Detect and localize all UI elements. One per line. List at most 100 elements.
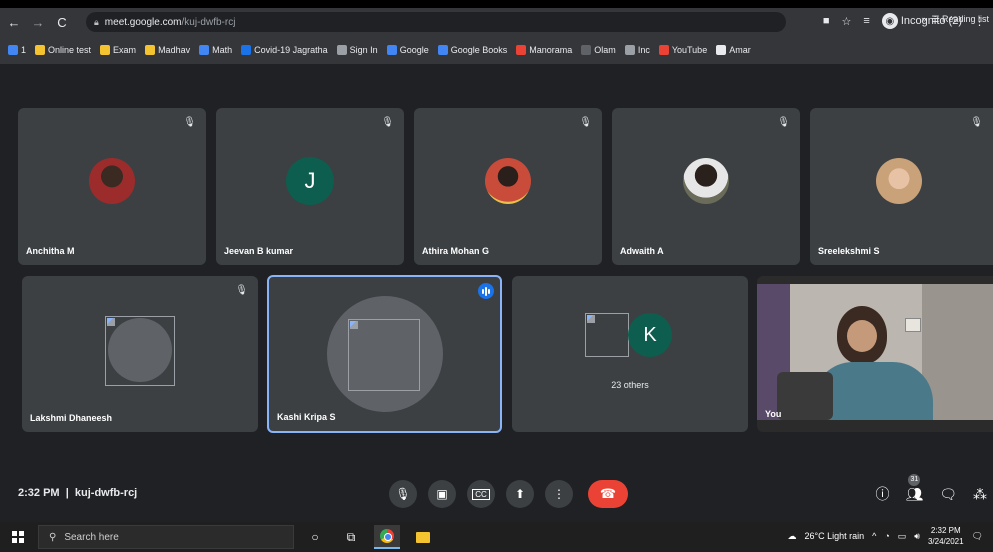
bookmark-item[interactable]: Inc (624, 45, 650, 55)
bookmark-favicon-icon (624, 45, 635, 55)
bookmark-item[interactable]: Olam (581, 45, 616, 55)
bookmark-label: 1 (21, 45, 27, 55)
meeting-details: 2:32 PM | kuj-dwfb-rcj (18, 487, 137, 499)
forward-icon[interactable]: → (28, 15, 48, 30)
captions-icon: CC (472, 488, 490, 500)
bookmark-label: Math (212, 45, 233, 55)
participant-avatar: J (286, 157, 334, 205)
bookmark-star-icon[interactable]: ☆ (842, 15, 852, 28)
bookmark-favicon-icon (716, 45, 727, 55)
task-view-icon[interactable]: ⧉ (338, 525, 364, 549)
more-vert-icon: ⋮ (553, 487, 565, 501)
participant-tile-active-speaker[interactable]: Kashi Kripa S (267, 275, 502, 433)
microphone-button[interactable]: 🎙︎ (389, 480, 417, 508)
network-icon[interactable]: ◔ (884, 531, 889, 541)
participant-count-badge: 31 (908, 473, 921, 486)
mic-off-icon: 🎙︎ (235, 285, 248, 296)
camera-indicator-icon[interactable]: ■ (823, 15, 830, 27)
reading-list[interactable]: » ☰ Reading list (921, 14, 989, 25)
meeting-code: kuj-dwfb-rcj (74, 487, 138, 499)
participant-tile[interactable]: 🎙︎ Adwaith A (612, 108, 800, 265)
bookmark-item[interactable]: YouTube (658, 45, 708, 55)
others-tile[interactable]: K 23 others (512, 276, 748, 432)
top-strip (0, 0, 993, 8)
others-avatar: K (628, 313, 672, 357)
notifications-icon[interactable]: 🗨︎ (972, 531, 983, 542)
activities-button[interactable]: ⁂ (973, 486, 987, 503)
search-placeholder: Search here (64, 531, 119, 543)
reading-list-label: Reading list (941, 14, 989, 24)
clock-time: 2:32 PM (930, 526, 961, 535)
leave-call-button[interactable]: ☎ (588, 480, 628, 508)
bookmark-item[interactable]: Manorama (516, 45, 572, 55)
bookmark-favicon-icon (386, 45, 397, 55)
participant-tile[interactable]: 🎙︎ Sreelekshmi S (810, 108, 993, 265)
mic-off-icon: 🎙︎ (970, 117, 983, 128)
meeting-time: 2:32 PM (18, 487, 60, 499)
bookmark-item[interactable]: Covid-19 Jagratha (241, 45, 328, 55)
broken-image-icon (585, 313, 629, 357)
participant-avatar (89, 158, 135, 204)
participant-tile[interactable]: 🎙︎ Anchitha M (18, 108, 206, 265)
right-controls: ⓘ 31 👥︎ 🗨︎ ⁂ (875, 473, 987, 504)
camera-button[interactable]: ▣ (428, 480, 456, 508)
bookmark-item[interactable]: Madhav (145, 45, 190, 55)
taskbar-apps: ○ ⧉ (302, 525, 436, 549)
bookmark-favicon-icon (581, 45, 592, 55)
broken-image-icon (348, 319, 420, 391)
people-button[interactable]: 31 👥︎ (905, 473, 923, 503)
bookmark-favicon-icon (241, 45, 252, 55)
battery-icon[interactable]: ▭ (898, 531, 907, 542)
taskbar-search[interactable]: ⚲ Search here (38, 525, 294, 549)
windows-taskbar: ⚲ Search here ○ ⧉ ☁ 26°C Light rain ^ ◔ … (0, 522, 993, 552)
participant-tile[interactable]: 🎙︎ Lakshmi Dhaneesh (22, 276, 258, 432)
bookmark-label: YouTube (671, 45, 708, 55)
weather-text[interactable]: 26°C Light rain (804, 531, 864, 541)
more-options-button[interactable]: ⋮ (545, 480, 573, 508)
system-tray: ☁ 26°C Light rain ^ ◔ ▭ 🔊︎ 2:32 PM 3/24/… (787, 525, 983, 547)
bookmark-item[interactable]: Amar (716, 45, 751, 55)
bookmark-item[interactable]: Online test (35, 45, 91, 55)
bookmark-item[interactable]: Google Books (437, 45, 508, 55)
chrome-taskbar-icon[interactable] (374, 525, 400, 549)
captions-button[interactable]: CC (467, 480, 495, 508)
system-clock[interactable]: 2:32 PM 3/24/2021 (928, 525, 964, 547)
participant-name: Jeevan B kumar (224, 246, 294, 256)
media-control-icon[interactable]: ≡ (863, 15, 869, 27)
chat-button[interactable]: 🗨︎ (939, 486, 957, 503)
self-view-tile[interactable]: You (757, 276, 993, 432)
volume-icon[interactable]: 🔊︎ (914, 531, 920, 542)
bookmark-favicon-icon (100, 45, 111, 55)
participant-name: Adwaith A (620, 246, 664, 256)
self-video (757, 284, 993, 420)
participant-avatar (876, 158, 922, 204)
bookmark-item[interactable]: 1 (8, 45, 26, 55)
bookmark-item[interactable]: Exam (100, 45, 136, 55)
center-controls: 🎙︎ ▣ CC ⬆ ⋮ ☎ (389, 480, 628, 508)
bookmarks-bar: 1 Online test Exam Madhav Math Covid-19 Jagra… (0, 38, 993, 62)
browser-chrome: ← → C 🔒︎ meet.google.com /kuj-dwfb-rcj ■… (0, 8, 993, 64)
tray-overflow-icon[interactable]: ^ (872, 531, 876, 541)
bookmark-label: Covid-19 Jagratha (254, 45, 328, 55)
bookmark-favicon-icon (336, 45, 347, 55)
meeting-details-button[interactable]: ⓘ (875, 484, 889, 504)
bookmark-label: Online test (48, 45, 92, 55)
bookmark-item[interactable]: Sign In (336, 45, 378, 55)
bookmark-item[interactable]: Math (199, 45, 232, 55)
file-explorer-icon[interactable] (410, 525, 436, 549)
present-button[interactable]: ⬆ (506, 480, 534, 508)
participant-tile[interactable]: 🎙︎ Athira Mohan G (414, 108, 602, 265)
cortana-icon[interactable]: ○ (302, 525, 328, 549)
bookmark-label: Inc (637, 45, 650, 55)
broken-image-icon (105, 316, 175, 386)
camera-icon: ▣ (436, 487, 448, 501)
participant-tile[interactable]: 🎙︎ J Jeevan B kumar (216, 108, 404, 265)
windows-start-icon[interactable] (12, 531, 24, 543)
bookmark-item[interactable]: Google (386, 45, 429, 55)
bookmark-label: Sign In (349, 45, 378, 55)
bookmark-label: Google Books (450, 45, 508, 55)
microphone-icon: 🎙︎ (395, 487, 411, 501)
reload-icon[interactable]: C (52, 15, 72, 30)
back-icon[interactable]: ← (4, 15, 24, 30)
address-bar[interactable]: 🔒︎ meet.google.com /kuj-dwfb-rcj (86, 12, 786, 32)
